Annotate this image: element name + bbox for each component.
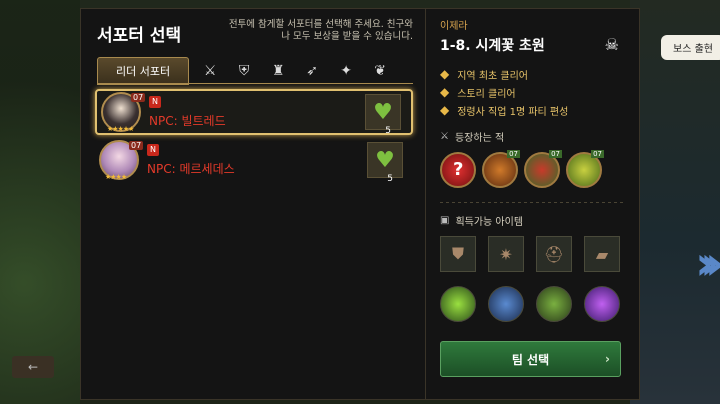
diamond-icon: ◆ bbox=[440, 103, 450, 117]
leaf-spirit-icon[interactable] bbox=[440, 286, 476, 322]
items-header: ▣ 획득가능 아이템 bbox=[440, 213, 625, 228]
supporter-name: NPC: 빌트레드 bbox=[149, 114, 226, 128]
team-select-label: 팀 선택 bbox=[511, 352, 550, 367]
background-right bbox=[630, 0, 720, 404]
diamond-icon: ◆ bbox=[440, 67, 450, 81]
backpack-icon: ▣ bbox=[440, 215, 450, 226]
supporter-list-section: 서포터 선택 전투에 참게할 서포터를 선택해 주세요. 친구와 나 모두 보상… bbox=[81, 9, 423, 399]
npc-badge-icon: N bbox=[149, 96, 161, 108]
supporter-row[interactable]: 07 ★★★★ N NPC: 메르세데스 ♥ 5 bbox=[95, 139, 413, 185]
supporter-tabs: 리더 서포터 ⚔ ⛨ ♜ ➶ ✦ ❦ bbox=[97, 57, 393, 85]
enemy-icon[interactable]: 07 bbox=[524, 150, 562, 188]
enemy-list: ? 07 07 07 bbox=[440, 150, 625, 188]
tab-divider bbox=[97, 83, 413, 84]
helmet-item-icon[interactable]: ⛑ bbox=[536, 236, 572, 272]
npc-badge-icon: N bbox=[147, 144, 159, 156]
objective-list: ◆ 지역 최초 클리어 ◆ 스토리 클리어 ◆ 정령사 직업 1명 파티 편성 bbox=[440, 65, 625, 119]
star-rating: ★★★★★ bbox=[107, 125, 134, 133]
unknown-enemy-icon[interactable]: ? bbox=[440, 152, 476, 188]
back-arrow-button[interactable]: ← bbox=[12, 356, 54, 378]
sword-class-icon[interactable]: ⚔ bbox=[197, 58, 223, 84]
list-item: ◆ 정령사 직업 1명 파티 편성 bbox=[440, 101, 625, 119]
armor-item-icon[interactable]: ⛊ bbox=[440, 236, 476, 272]
crossed-swords-icon: ⚔ bbox=[440, 131, 449, 142]
stage-title: 1-8. 시계꽃 초원 bbox=[440, 38, 545, 54]
boss-tooltip: 보스 출현 bbox=[661, 35, 720, 60]
region-name: 이제라 bbox=[440, 21, 468, 32]
enemy-level: 07 bbox=[549, 150, 562, 158]
chevron-right-icon: › bbox=[605, 352, 610, 366]
character-portrait-icon[interactable] bbox=[488, 286, 524, 322]
question-mark-icon: ? bbox=[453, 159, 464, 180]
boss-skull-icon[interactable]: ☠ bbox=[605, 35, 619, 54]
tab-leader-supporter[interactable]: 리더 서포터 bbox=[97, 57, 190, 85]
objective-text: 정령사 직업 1명 파티 편성 bbox=[457, 106, 569, 118]
enemies-title: 등장하는 적 bbox=[454, 133, 505, 144]
heart-count: 5 bbox=[387, 174, 393, 184]
heart-item-icon: ♥ bbox=[365, 94, 401, 130]
page-title: 서포터 선택 bbox=[97, 26, 182, 46]
supporter-name: NPC: 메르세데스 bbox=[147, 162, 235, 176]
heart-count: 5 bbox=[385, 126, 391, 136]
enemies-header: ⚔ 등장하는 적 bbox=[440, 129, 625, 144]
background-left bbox=[0, 0, 80, 404]
objective-text: 스토리 클리어 bbox=[457, 88, 516, 100]
heart-item-icon: ♥ bbox=[367, 142, 403, 178]
list-item: ◆ 지역 최초 클리어 bbox=[440, 65, 625, 83]
enemy-icon[interactable]: 07 bbox=[566, 150, 604, 188]
page-description: 전투에 참게할 서포터를 선택해 주세요. 친구와 나 모두 보상을 받을 수 … bbox=[228, 19, 413, 42]
next-arrows-icon[interactable]: ››› bbox=[695, 236, 720, 290]
enemy-level: 07 bbox=[507, 150, 520, 158]
list-item: ◆ 스토리 클리어 bbox=[440, 83, 625, 101]
diamond-icon: ◆ bbox=[440, 85, 450, 99]
magic-orb-icon[interactable] bbox=[584, 286, 620, 322]
mace-item-icon[interactable]: ✷ bbox=[488, 236, 524, 272]
stage-info-section: 이제라 1-8. 시계꽃 초원 ☠ 보스 출현 ◆ 지역 최초 클리어 ◆ 스토리 … bbox=[425, 9, 720, 399]
supporter-panel: 서포터 선택 전투에 참게할 서포터를 선택해 주세요. 친구와 나 모두 보상… bbox=[80, 8, 720, 400]
bow-class-icon[interactable]: ➶ bbox=[299, 58, 325, 84]
supporter-row[interactable]: 07 ★★★★★ N NPC: 빌트레드 ♥ 5 bbox=[95, 89, 413, 136]
item-grid: ⛊ ✷ ⛑ ▰ bbox=[440, 236, 625, 322]
mage-class-icon[interactable]: ✦ bbox=[333, 58, 359, 84]
hood-class-icon[interactable]: ♜ bbox=[265, 58, 291, 84]
level-badge: 07 bbox=[129, 141, 144, 150]
team-select-button[interactable]: 팀 선택 › bbox=[440, 341, 621, 377]
boots-item-icon[interactable]: ▰ bbox=[584, 236, 620, 272]
spirit-class-icon[interactable]: ❦ bbox=[367, 58, 393, 84]
enemy-level: 07 bbox=[591, 150, 604, 158]
star-rating: ★★★★ bbox=[105, 173, 127, 181]
shield-class-icon[interactable]: ⛨ bbox=[231, 58, 257, 84]
creature-portrait-icon[interactable] bbox=[536, 286, 572, 322]
enemy-icon[interactable]: 07 bbox=[482, 150, 520, 188]
objective-text: 지역 최초 클리어 bbox=[457, 70, 528, 82]
items-title: 획득가능 아이템 bbox=[455, 217, 524, 228]
section-divider bbox=[440, 202, 625, 203]
level-badge: 07 bbox=[131, 93, 146, 102]
